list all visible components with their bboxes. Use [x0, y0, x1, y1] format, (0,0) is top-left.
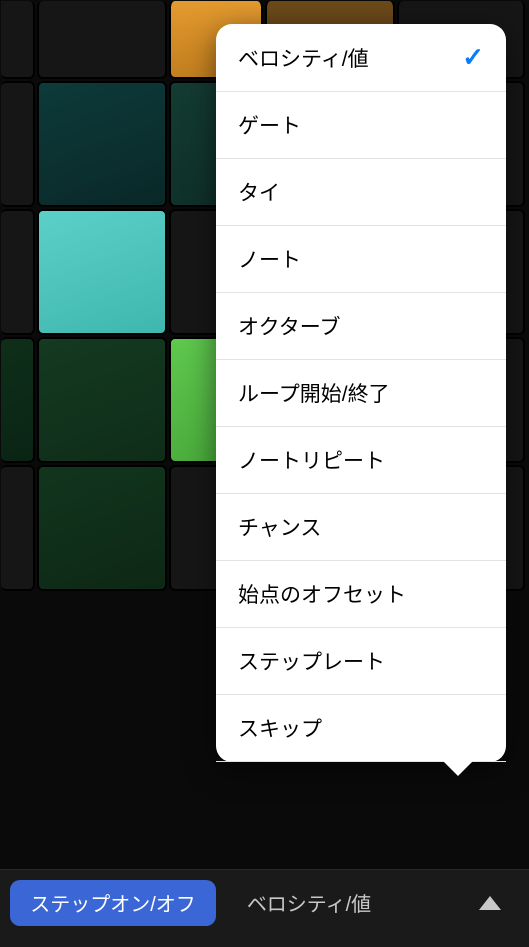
check-icon: ✓	[462, 42, 484, 73]
popup-item-label: スキップ	[238, 713, 322, 743]
button-label: ベロシティ/値	[247, 888, 371, 917]
step-cell[interactable]	[1, 337, 35, 463]
step-cell[interactable]	[1, 1, 35, 79]
popup-tail	[442, 760, 474, 776]
bottom-toolbar: ステップオン/オフ ベロシティ/値	[0, 869, 529, 947]
step-toggle-button[interactable]: ステップオン/オフ	[10, 880, 216, 926]
popup-item-offset[interactable]: 始点のオフセット	[216, 561, 506, 628]
step-cell[interactable]	[1, 209, 35, 335]
popup-item-label: ノートリピート	[238, 445, 385, 475]
popup-item-label: ゲート	[238, 110, 301, 140]
step-cell[interactable]	[37, 1, 167, 79]
step-cell[interactable]	[37, 81, 167, 207]
popup-item-label: ループ開始/終了	[238, 378, 390, 408]
popup-item-step-rate[interactable]: ステップレート	[216, 628, 506, 695]
popup-item-label: 始点のオフセット	[238, 579, 406, 609]
popup-item-label: ステップレート	[238, 646, 385, 676]
popup-item-label: ベロシティ/値	[238, 43, 369, 73]
popup-item-label: タイ	[238, 177, 280, 207]
popup-item-loop[interactable]: ループ開始/終了	[216, 360, 506, 427]
edit-mode-button[interactable]: ベロシティ/値	[224, 880, 394, 926]
popup-item-label: ノート	[238, 244, 301, 274]
popup-item-chance[interactable]: チャンス	[216, 494, 506, 561]
step-cell[interactable]	[1, 465, 35, 591]
popup-item-skip[interactable]: スキップ	[216, 695, 506, 762]
step-cell[interactable]	[1, 81, 35, 207]
popup-item-note-repeat[interactable]: ノートリピート	[216, 427, 506, 494]
triangle-up-icon	[479, 896, 501, 910]
step-cell[interactable]	[37, 209, 167, 335]
popup-item-tie[interactable]: タイ	[216, 159, 506, 226]
popup-item-octave[interactable]: オクターブ	[216, 293, 506, 360]
popup-item-label: チャンス	[238, 512, 321, 542]
popup-item-velocity[interactable]: ベロシティ/値 ✓	[216, 24, 506, 92]
step-cell[interactable]	[37, 465, 167, 591]
step-cell[interactable]	[37, 337, 167, 463]
popup-item-gate[interactable]: ゲート	[216, 92, 506, 159]
popup-trigger-button[interactable]	[461, 880, 519, 926]
popup-item-note[interactable]: ノート	[216, 226, 506, 293]
popup-item-label: オクターブ	[238, 311, 340, 341]
button-label: ステップオン/オフ	[30, 888, 196, 917]
edit-mode-popup: ベロシティ/値 ✓ ゲート タイ ノート オクターブ ループ開始/終了 ノートリ…	[216, 24, 506, 762]
